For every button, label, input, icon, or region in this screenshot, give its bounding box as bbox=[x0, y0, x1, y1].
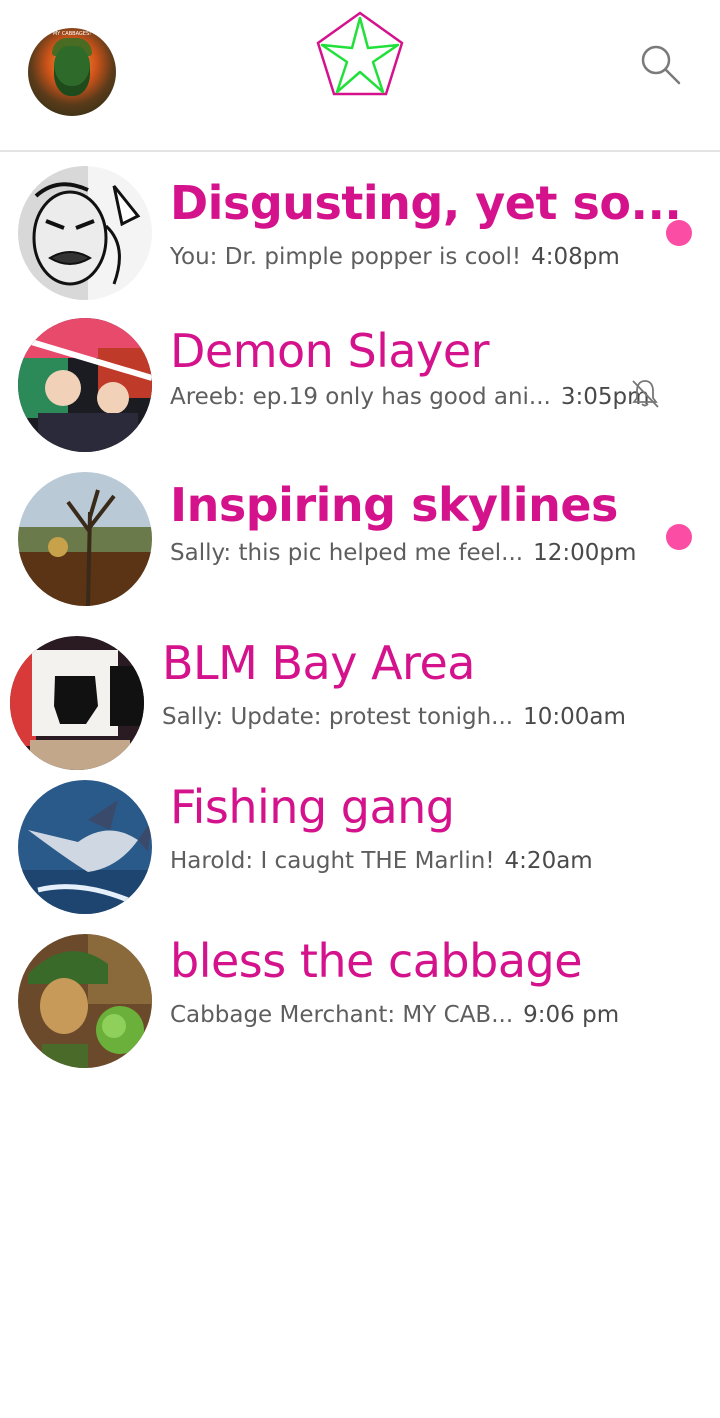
chat-title: Disgusting, yet so... bbox=[170, 176, 682, 230]
chat-title: Inspiring skylines bbox=[170, 478, 618, 532]
search-icon[interactable] bbox=[636, 40, 686, 90]
chat-avatar-bless-the-cabbage bbox=[18, 934, 152, 1068]
chat-row-disgusting[interactable]: Disgusting, yet so... You: Dr. pimple po… bbox=[0, 164, 720, 314]
chat-preview-text: Sally: this pic helped me feel... bbox=[170, 540, 524, 566]
chat-preview: Sally: Update: protest tonigh... 10:00am bbox=[162, 704, 626, 730]
chat-avatar-disgusting bbox=[18, 166, 152, 300]
app-header: MY CABBAGES! bbox=[0, 0, 720, 152]
chat-preview: Sally: this pic helped me feel... 12:00pm bbox=[170, 540, 636, 566]
chat-avatar-fishing-gang bbox=[18, 780, 152, 914]
chat-time: 4:08pm bbox=[531, 244, 620, 270]
chat-preview: You: Dr. pimple popper is cool! 4:08pm bbox=[170, 244, 620, 270]
chat-preview-text: Cabbage Merchant: MY CAB... bbox=[170, 1002, 514, 1028]
chat-preview: Areeb: ep.19 only has good ani... 3:05pm bbox=[170, 384, 650, 410]
chat-avatar-inspiring-skylines bbox=[18, 472, 152, 606]
avatar-face-shape bbox=[54, 46, 90, 96]
chat-title: BLM Bay Area bbox=[162, 636, 475, 690]
bell-muted-icon bbox=[632, 380, 659, 408]
unread-indicator bbox=[666, 220, 692, 246]
chat-row-blm-bay-area[interactable]: BLM Bay Area Sally: Update: protest toni… bbox=[0, 636, 720, 786]
chat-row-demon-slayer[interactable]: Demon Slayer Areeb: ep.19 only has good … bbox=[0, 318, 720, 468]
chat-avatar-demon-slayer bbox=[18, 318, 152, 452]
chat-preview: Cabbage Merchant: MY CAB... 9:06 pm bbox=[170, 1002, 619, 1028]
chat-title: bless the cabbage bbox=[170, 934, 583, 988]
chat-preview-text: Sally: Update: protest tonigh... bbox=[162, 704, 514, 730]
chat-title: Demon Slayer bbox=[170, 324, 490, 378]
chat-row-inspiring-skylines[interactable]: Inspiring skylines Sally: this pic helpe… bbox=[0, 472, 720, 622]
chat-time: 10:00am bbox=[523, 704, 626, 730]
chat-list-screen: MY CABBAGES! Disgusting, yet so... You: … bbox=[0, 0, 720, 1418]
chat-time: 4:20am bbox=[504, 848, 593, 874]
chat-preview: Harold: I caught THE Marlin! 4:20am bbox=[170, 848, 593, 874]
chat-avatar-blm-bay-area bbox=[10, 636, 144, 770]
profile-avatar[interactable]: MY CABBAGES! bbox=[28, 28, 116, 116]
chat-row-bless-the-cabbage[interactable]: bless the cabbage Cabbage Merchant: MY C… bbox=[0, 934, 720, 1084]
chat-preview-text: Areeb: ep.19 only has good ani... bbox=[170, 384, 551, 410]
chat-time: 12:00pm bbox=[533, 540, 637, 566]
chat-time: 9:06 pm bbox=[523, 1002, 620, 1028]
unread-indicator bbox=[666, 524, 692, 550]
chat-row-fishing-gang[interactable]: Fishing gang Harold: I caught THE Marlin… bbox=[0, 780, 720, 930]
chat-title: Fishing gang bbox=[170, 780, 455, 834]
chat-preview-text: You: Dr. pimple popper is cool! bbox=[170, 244, 522, 270]
profile-avatar-caption: MY CABBAGES! bbox=[52, 31, 92, 37]
chat-preview-text: Harold: I caught THE Marlin! bbox=[170, 848, 495, 874]
star-pentagon-logo-icon[interactable] bbox=[315, 10, 405, 100]
